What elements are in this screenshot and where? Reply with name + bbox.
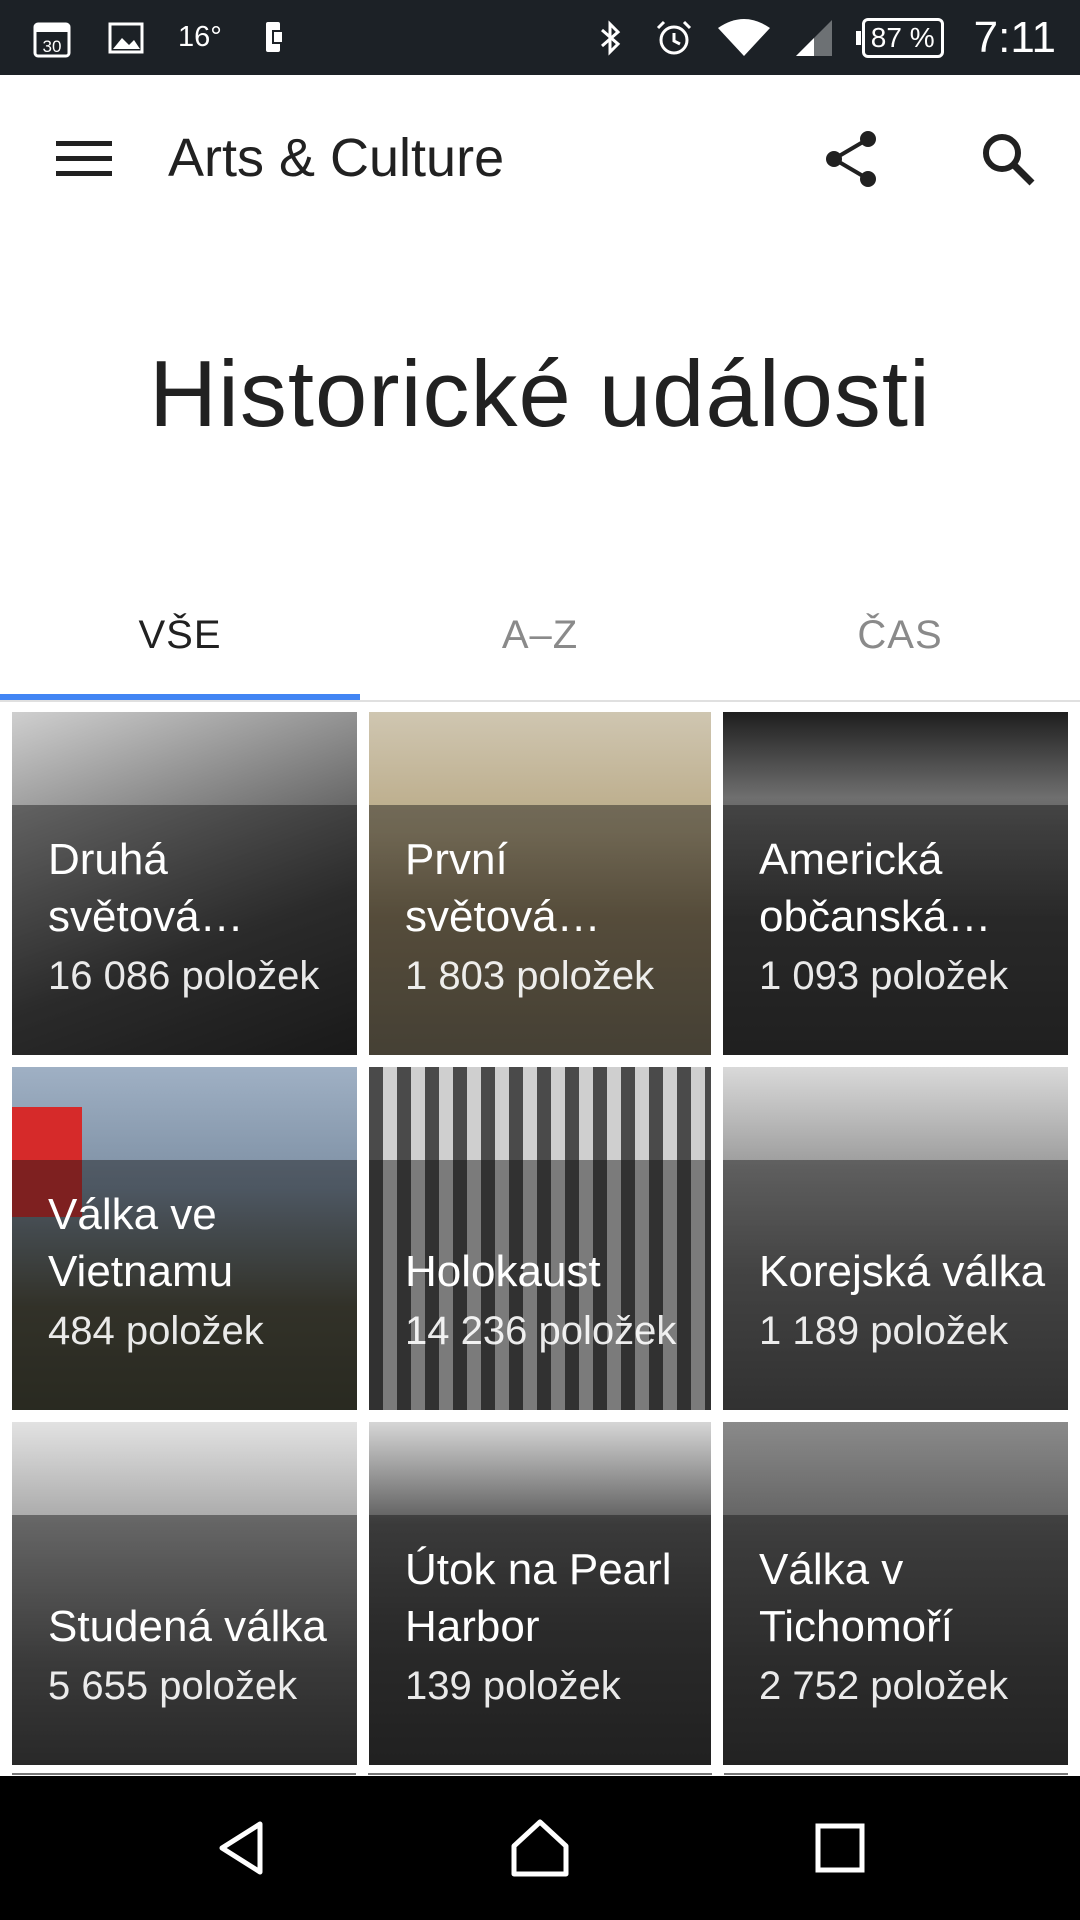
event-tile[interactable]: Válka v Tichomoří 2 752 položek <box>723 1422 1068 1765</box>
calendar-day: 30 <box>43 37 62 56</box>
battery-icon: 87 % <box>855 17 944 58</box>
tab-all[interactable]: VŠE <box>0 570 360 700</box>
navigation-bar <box>0 1776 1080 1920</box>
tile-text: Studená válka 5 655 položek <box>48 1598 347 1717</box>
tile-title: Válka v Tichomoří <box>759 1545 953 1651</box>
event-tile[interactable]: Holokaust 14 236 položek <box>369 1067 711 1410</box>
event-tile[interactable]: Druhá světová… 16 086 položek <box>12 712 357 1055</box>
tile-count: 5 655 položek <box>48 1664 298 1708</box>
back-button[interactable] <box>202 1808 282 1888</box>
tabs-divider <box>0 700 1080 702</box>
home-button[interactable] <box>500 1808 580 1888</box>
tile-title: Útok na Pearl Harbor <box>405 1545 672 1651</box>
event-tile[interactable]: Útok na Pearl Harbor 139 položek <box>369 1422 711 1765</box>
gallery-icon <box>104 16 148 60</box>
tile-count: 1 093 položek <box>759 954 1009 998</box>
event-tile[interactable]: Americká občanská… 1 093 položek <box>723 712 1068 1055</box>
share-icon <box>826 131 876 187</box>
tile-text: Útok na Pearl Harbor 139 položek <box>405 1541 701 1717</box>
home-icon <box>511 1819 569 1877</box>
tile-count: 14 236 položek <box>405 1309 677 1353</box>
tab-time[interactable]: ČAS <box>720 570 1080 700</box>
tile-text: Válka v Tichomoří 2 752 položek <box>759 1541 1058 1717</box>
battery-tip <box>855 30 861 45</box>
tile-title: Válka ve Vietnamu <box>48 1190 234 1296</box>
bluetooth-icon <box>588 16 632 60</box>
tile-count: 16 086 položek <box>48 954 320 998</box>
tile-count: 484 položek <box>48 1309 264 1353</box>
status-bar-left: 30 16° <box>30 0 296 75</box>
alarm-icon <box>652 16 696 60</box>
tab-a-z[interactable]: A–Z <box>360 570 720 700</box>
page-title: Historické události <box>149 341 931 446</box>
recents-button[interactable] <box>800 1808 880 1888</box>
menu-button[interactable] <box>44 119 124 199</box>
phone-vibrate-icon <box>252 16 296 60</box>
tab-bar: VŠE A–Z ČAS <box>0 570 1080 700</box>
signal-icon <box>792 16 836 60</box>
wifi-icon <box>716 16 772 60</box>
events-grid: Druhá světová… 16 086 položek První svět… <box>12 712 1068 1772</box>
recents-icon <box>815 1823 865 1873</box>
search-icon <box>983 134 1035 186</box>
tile-title: První světová… <box>405 835 601 941</box>
menu-icon <box>56 141 112 176</box>
tile-title: Druhá světová… <box>48 835 244 941</box>
tile-text: Válka ve Vietnamu 484 položek <box>48 1186 347 1362</box>
search-button[interactable] <box>968 119 1048 199</box>
tile-title: Americká občanská… <box>759 835 992 941</box>
tile-text: Americká občanská… 1 093 položek <box>759 831 1058 1007</box>
status-bar: 30 16° 87 % 7:11 <box>0 0 1080 75</box>
tile-text: Holokaust 14 236 položek <box>405 1243 701 1362</box>
tile-text: Korejská válka 1 189 položek <box>759 1243 1058 1362</box>
app-title: Arts & Culture <box>168 128 505 188</box>
tile-count: 1 189 položek <box>759 1309 1009 1353</box>
calendar-icon: 30 <box>30 16 74 60</box>
temperature-text: 16° <box>178 21 222 53</box>
event-tile[interactable]: Válka ve Vietnamu 484 položek <box>12 1067 357 1410</box>
event-tile[interactable]: Korejská válka 1 189 položek <box>723 1067 1068 1410</box>
share-button[interactable] <box>812 119 892 199</box>
status-bar-right: 87 % 7:11 <box>588 0 1056 75</box>
back-icon <box>219 1821 263 1875</box>
event-tile[interactable]: Studená válka 5 655 položek <box>12 1422 357 1765</box>
tile-count: 1 803 položek <box>405 954 655 998</box>
tile-count: 139 položek <box>405 1664 621 1708</box>
tile-title: Studená válka <box>48 1602 327 1651</box>
tile-text: Druhá světová… 16 086 položek <box>48 831 347 1007</box>
next-row-peek <box>12 1773 1068 1775</box>
tile-text: První světová… 1 803 položek <box>405 831 701 1007</box>
clock: 7:11 <box>973 12 1056 62</box>
event-tile[interactable]: První světová… 1 803 položek <box>369 712 711 1055</box>
tile-title: Holokaust <box>405 1247 601 1296</box>
battery-percent: 87 % <box>861 17 944 58</box>
tile-title: Korejská válka <box>759 1247 1046 1296</box>
app-bar: Arts & Culture <box>0 75 1080 243</box>
tile-count: 2 752 položek <box>759 1664 1009 1708</box>
